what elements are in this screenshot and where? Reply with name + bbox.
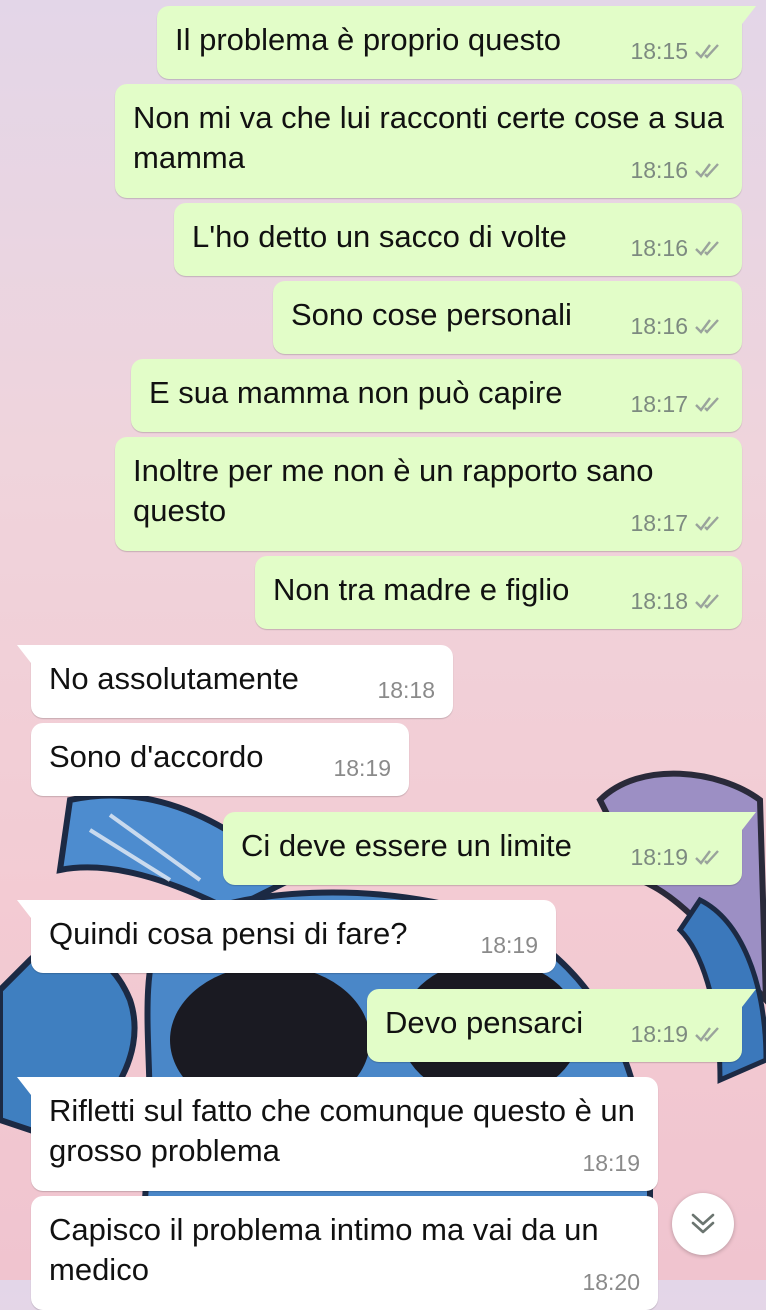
message-meta: 18:15 bbox=[630, 31, 724, 71]
message-time: 18:20 bbox=[582, 1269, 640, 1295]
message-time: 18:17 bbox=[630, 510, 688, 536]
scroll-to-bottom-button[interactable] bbox=[672, 1193, 734, 1255]
message-text: Quindi cosa pensi di fare? bbox=[49, 916, 408, 951]
message-meta: 18:16 bbox=[630, 306, 724, 346]
message-bubble[interactable]: Quindi cosa pensi di fare? 18:19 bbox=[17, 900, 556, 973]
message-meta: 18:19 bbox=[630, 1014, 724, 1054]
message-meta: 18:19 bbox=[480, 925, 538, 965]
message-time: 18:17 bbox=[630, 391, 688, 417]
message-text: L'ho detto un sacco di volte bbox=[192, 219, 567, 254]
message-bubble[interactable]: Devo pensarci 18:19 bbox=[367, 989, 756, 1062]
message-time: 18:19 bbox=[333, 755, 391, 781]
message-time: 18:19 bbox=[630, 1021, 688, 1047]
message-text: Sono cose personali bbox=[291, 297, 572, 332]
message-bubble[interactable]: Rifletti sul fatto che comunque questo è… bbox=[17, 1077, 658, 1191]
message-text: E sua mamma non può capire bbox=[149, 375, 563, 410]
message-bubble[interactable]: Capisco il problema intimo ma vai da un … bbox=[31, 1196, 658, 1310]
message-list[interactable]: Il problema è proprio questo 18:15 Non m… bbox=[0, 0, 766, 1310]
message-time: 18:19 bbox=[582, 1150, 640, 1176]
message-time: 18:16 bbox=[630, 235, 688, 261]
message-meta: 18:20 bbox=[582, 1262, 640, 1302]
message-bubble[interactable]: L'ho detto un sacco di volte 18:16 bbox=[174, 203, 742, 276]
message-bubble[interactable]: No assolutamente 18:18 bbox=[17, 645, 453, 718]
double-check-icon bbox=[695, 241, 719, 256]
message-text: No assolutamente bbox=[49, 661, 299, 696]
message-text: Devo pensarci bbox=[385, 1005, 584, 1040]
message-meta: 18:17 bbox=[630, 384, 724, 424]
message-time: 18:19 bbox=[630, 844, 688, 870]
message-meta: 18:17 bbox=[630, 503, 724, 543]
message-meta: 18:18 bbox=[377, 670, 435, 710]
double-check-icon bbox=[695, 1027, 719, 1042]
message-text: Ci deve essere un limite bbox=[241, 828, 572, 863]
message-bubble[interactable]: Sono cose personali 18:16 bbox=[273, 281, 742, 354]
message-bubble[interactable]: Ci deve essere un limite 18:19 bbox=[223, 812, 756, 885]
message-meta: 18:16 bbox=[630, 150, 724, 190]
message-time: 18:16 bbox=[630, 157, 688, 183]
message-text: Capisco il problema intimo ma vai da un … bbox=[49, 1212, 599, 1287]
double-check-icon bbox=[695, 397, 719, 412]
message-meta: 18:16 bbox=[630, 228, 724, 268]
message-bubble[interactable]: Il problema è proprio questo 18:15 bbox=[157, 6, 756, 79]
message-bubble[interactable]: Sono d'accordo 18:19 bbox=[31, 723, 409, 796]
message-meta: 18:19 bbox=[582, 1143, 640, 1183]
message-meta: 18:18 bbox=[630, 581, 724, 621]
double-check-icon bbox=[695, 163, 719, 178]
double-check-icon bbox=[695, 850, 719, 865]
message-meta: 18:19 bbox=[630, 837, 724, 877]
message-text: Rifletti sul fatto che comunque questo è… bbox=[49, 1093, 635, 1168]
message-bubble[interactable]: Non tra madre e figlio 18:18 bbox=[255, 556, 742, 629]
double-check-icon bbox=[695, 516, 719, 531]
message-text: Sono d'accordo bbox=[49, 739, 264, 774]
message-time: 18:18 bbox=[377, 677, 435, 703]
message-meta: 18:19 bbox=[333, 748, 391, 788]
message-text: Non tra madre e figlio bbox=[273, 572, 570, 607]
double-check-icon bbox=[695, 594, 719, 609]
message-bubble[interactable]: E sua mamma non può capire 18:17 bbox=[131, 359, 742, 432]
message-time: 18:18 bbox=[630, 588, 688, 614]
message-text: Il problema è proprio questo bbox=[175, 22, 562, 57]
double-check-icon bbox=[695, 319, 719, 334]
message-bubble[interactable]: Non mi va che lui racconti certe cose a … bbox=[115, 84, 742, 198]
message-time: 18:16 bbox=[630, 313, 688, 339]
message-time: 18:15 bbox=[630, 38, 688, 64]
double-check-icon bbox=[695, 44, 719, 59]
double-chevron-down-icon bbox=[691, 1213, 715, 1234]
message-time: 18:19 bbox=[480, 932, 538, 958]
message-bubble[interactable]: Inoltre per me non è un rapporto sano qu… bbox=[115, 437, 742, 551]
